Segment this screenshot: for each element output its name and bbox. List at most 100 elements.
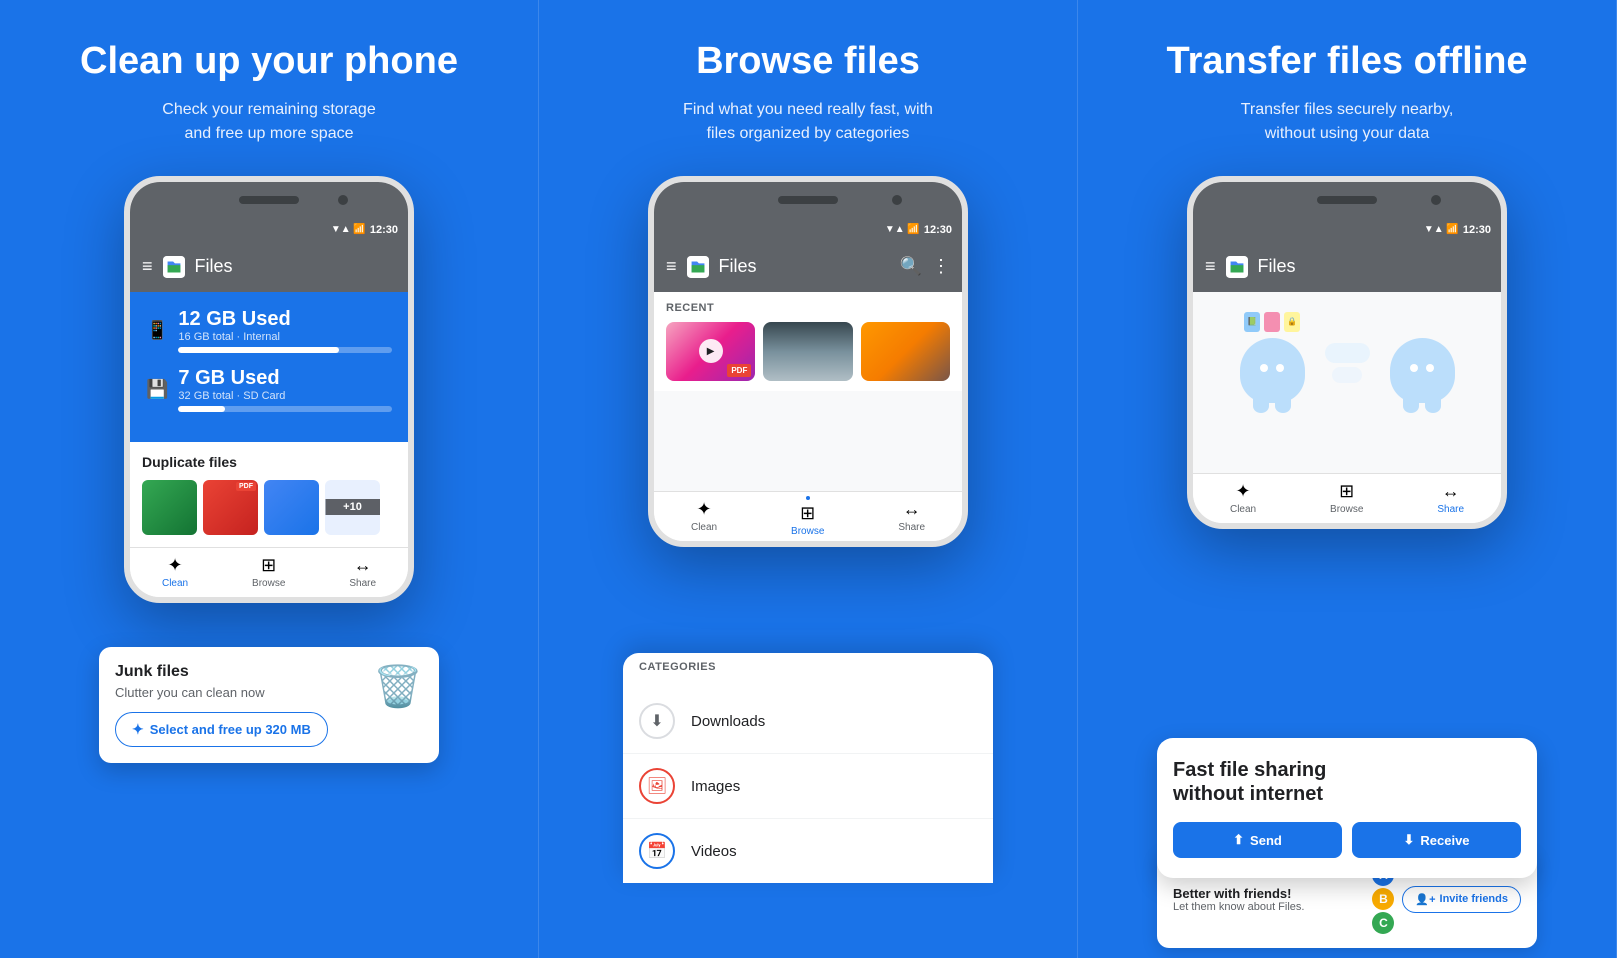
cloud-1 xyxy=(1325,343,1370,363)
speaker-3 xyxy=(1317,196,1377,204)
storage-info-sd: 7 GB Used 32 GB total · SD Card xyxy=(178,367,392,412)
send-button[interactable]: ⬆ Send xyxy=(1173,822,1342,858)
send-label: Send xyxy=(1250,833,1282,848)
files-logo-3 xyxy=(1226,256,1248,278)
storage-detail-sd: 32 GB total · SD Card xyxy=(178,390,392,402)
status-icons-2: ▼▲ 📶 xyxy=(885,224,920,235)
ghost-right xyxy=(1390,338,1455,403)
spacer-2 xyxy=(654,391,962,491)
camera-1 xyxy=(338,195,348,205)
more-icon-2[interactable]: ⋮ xyxy=(932,256,950,277)
select-free-button[interactable]: ✦ Select and free up 320 MB xyxy=(115,712,328,747)
phone-1-notch xyxy=(130,182,408,218)
friends-card-title: Better with friends! xyxy=(1173,886,1364,901)
ghost-eye-left-2 xyxy=(1276,364,1284,372)
clean-nav-icon-1: ✦ xyxy=(167,555,182,576)
storage-item-sd: 💾 7 GB Used 32 GB total · SD Card xyxy=(146,367,392,412)
nav-share-3[interactable]: ↔ Share xyxy=(1437,481,1464,515)
left-ghost-group: 📗 🔒 xyxy=(1240,312,1305,403)
send-icon: ⬆ xyxy=(1233,832,1244,848)
file-icon-yellow: 🔒 xyxy=(1284,312,1300,332)
status-time-2: 12:30 xyxy=(924,224,952,236)
receive-button[interactable]: ⬇ Receive xyxy=(1352,822,1521,858)
section-clean-title: Clean up your phone xyxy=(80,40,458,84)
nav-share-2[interactable]: ↔ Share xyxy=(898,499,925,533)
storage-used-internal: 12 GB Used xyxy=(178,308,392,331)
ghost-right-feet xyxy=(1403,399,1441,413)
videos-category-name: Videos xyxy=(691,843,737,860)
status-icons-3: ▼▲ 📶 xyxy=(1424,224,1459,235)
cloud-icons-left: 📗 🔒 xyxy=(1244,312,1300,332)
nav-share-1[interactable]: ↔ Share xyxy=(349,555,376,589)
nav-browse-2[interactable]: ⊞ Browse xyxy=(791,496,824,537)
section-transfer: Transfer files offline Transfer files se… xyxy=(1078,0,1617,958)
share-nav-icon-3: ↔ xyxy=(1442,481,1460,502)
download-icon-wrap: ⬇ xyxy=(639,703,675,739)
nav-browse-1[interactable]: ⊞ Browse xyxy=(252,555,285,589)
dup-thumb-1 xyxy=(142,480,197,535)
pdf-badge: PDF xyxy=(727,364,751,377)
nav-share-label-2: Share xyxy=(898,522,925,533)
status-time-1: 12:30 xyxy=(370,224,398,236)
duplicate-section-title: Duplicate files xyxy=(142,454,396,470)
recent-item-camera[interactable]: Camera Images xyxy=(763,322,852,381)
ghost-eye-left-1 xyxy=(1260,364,1268,372)
hamburger-icon-2[interactable]: ≡ xyxy=(666,256,677,277)
ghost-eye-right-2 xyxy=(1426,364,1434,372)
ghost-foot-r2 xyxy=(1425,399,1441,413)
category-images[interactable]: 🖼 Images xyxy=(623,754,993,819)
phone-3-body: ▼▲ 📶 12:30 ≡ Files 📗 xyxy=(1187,176,1507,529)
section-clean-subtitle: Check your remaining storageand free up … xyxy=(162,98,375,146)
phone-2: ▼▲ 📶 12:30 ≡ Files 🔍 ⋮ RECENT xyxy=(638,176,978,938)
category-downloads[interactable]: ⬇ Downloads xyxy=(623,689,993,754)
ghost-left xyxy=(1240,338,1305,403)
nav-clean-3[interactable]: ✦ Clean xyxy=(1230,481,1256,515)
sparkle-icon: ✦ xyxy=(132,721,144,738)
files-logo-1 xyxy=(163,256,185,278)
app-bar-3: ≡ Files xyxy=(1193,242,1501,292)
share-nav-icon-1: ↔ xyxy=(354,555,372,576)
cloud-2 xyxy=(1332,367,1362,383)
browse-nav-icon-3: ⊞ xyxy=(1339,481,1354,502)
share-nav-icon-2: ↔ xyxy=(903,499,921,520)
videos-icon-wrap: 📅 xyxy=(639,833,675,869)
ghost-right-eyes xyxy=(1410,364,1434,372)
receive-icon: ⬇ xyxy=(1403,832,1414,848)
storage-used-sd: 7 GB Used xyxy=(178,367,392,390)
receive-label: Receive xyxy=(1420,833,1469,848)
category-videos[interactable]: 📅 Videos xyxy=(623,819,993,883)
nav-clean-label-1: Clean xyxy=(162,578,188,589)
app-bar-1: ≡ Files xyxy=(130,242,408,292)
fast-share-title: Fast file sharingwithout internet xyxy=(1173,758,1521,806)
images-category-icon: 🖼 xyxy=(647,776,667,796)
nav-browse-3[interactable]: ⊞ Browse xyxy=(1330,481,1363,515)
clean-nav-icon-2: ✦ xyxy=(696,499,711,520)
storage-bar-fill-internal xyxy=(178,347,338,353)
storage-detail-internal: 16 GB total · Internal xyxy=(178,331,392,343)
bottom-nav-2: ✦ Clean ⊞ Browse ↔ Share xyxy=(654,491,962,541)
transfer-illustration-area: 📗 🔒 xyxy=(1193,292,1501,473)
nav-clean-2[interactable]: ✦ Clean xyxy=(691,499,717,533)
play-icon: ▶ xyxy=(699,339,723,363)
nav-clean-1[interactable]: ✦ Clean xyxy=(162,555,188,589)
app-title-3: Files xyxy=(1258,256,1489,277)
recent-item-screen[interactable]: Screen... Images xyxy=(861,322,950,381)
junk-card-title: Junk files xyxy=(115,663,265,681)
images-category-name: Images xyxy=(691,778,740,795)
hamburger-icon-3[interactable]: ≡ xyxy=(1205,256,1216,277)
ghost-eye-right-1 xyxy=(1410,364,1418,372)
recent-item-received[interactable]: ▶ PDF Received (12) Downloads xyxy=(666,322,755,381)
phone-3-notch xyxy=(1193,182,1501,218)
share-buttons: ⬆ Send ⬇ Receive xyxy=(1173,822,1521,858)
junk-card-subtitle: Clutter you can clean now xyxy=(115,685,265,700)
nav-browse-label-3: Browse xyxy=(1330,504,1363,515)
search-icon-2[interactable]: 🔍 xyxy=(900,256,922,277)
section-clean: Clean up your phone Check your remaining… xyxy=(0,0,539,958)
invite-friends-button[interactable]: 👤+ Invite friends xyxy=(1402,886,1521,913)
thumb-sunset xyxy=(763,322,852,381)
hamburger-icon-1[interactable]: ≡ xyxy=(142,256,153,277)
invite-icon: 👤+ xyxy=(1415,893,1435,906)
dup-thumb-count: +10 xyxy=(325,480,380,535)
phone-2-notch xyxy=(654,182,962,218)
storage-bar-internal xyxy=(178,347,392,353)
